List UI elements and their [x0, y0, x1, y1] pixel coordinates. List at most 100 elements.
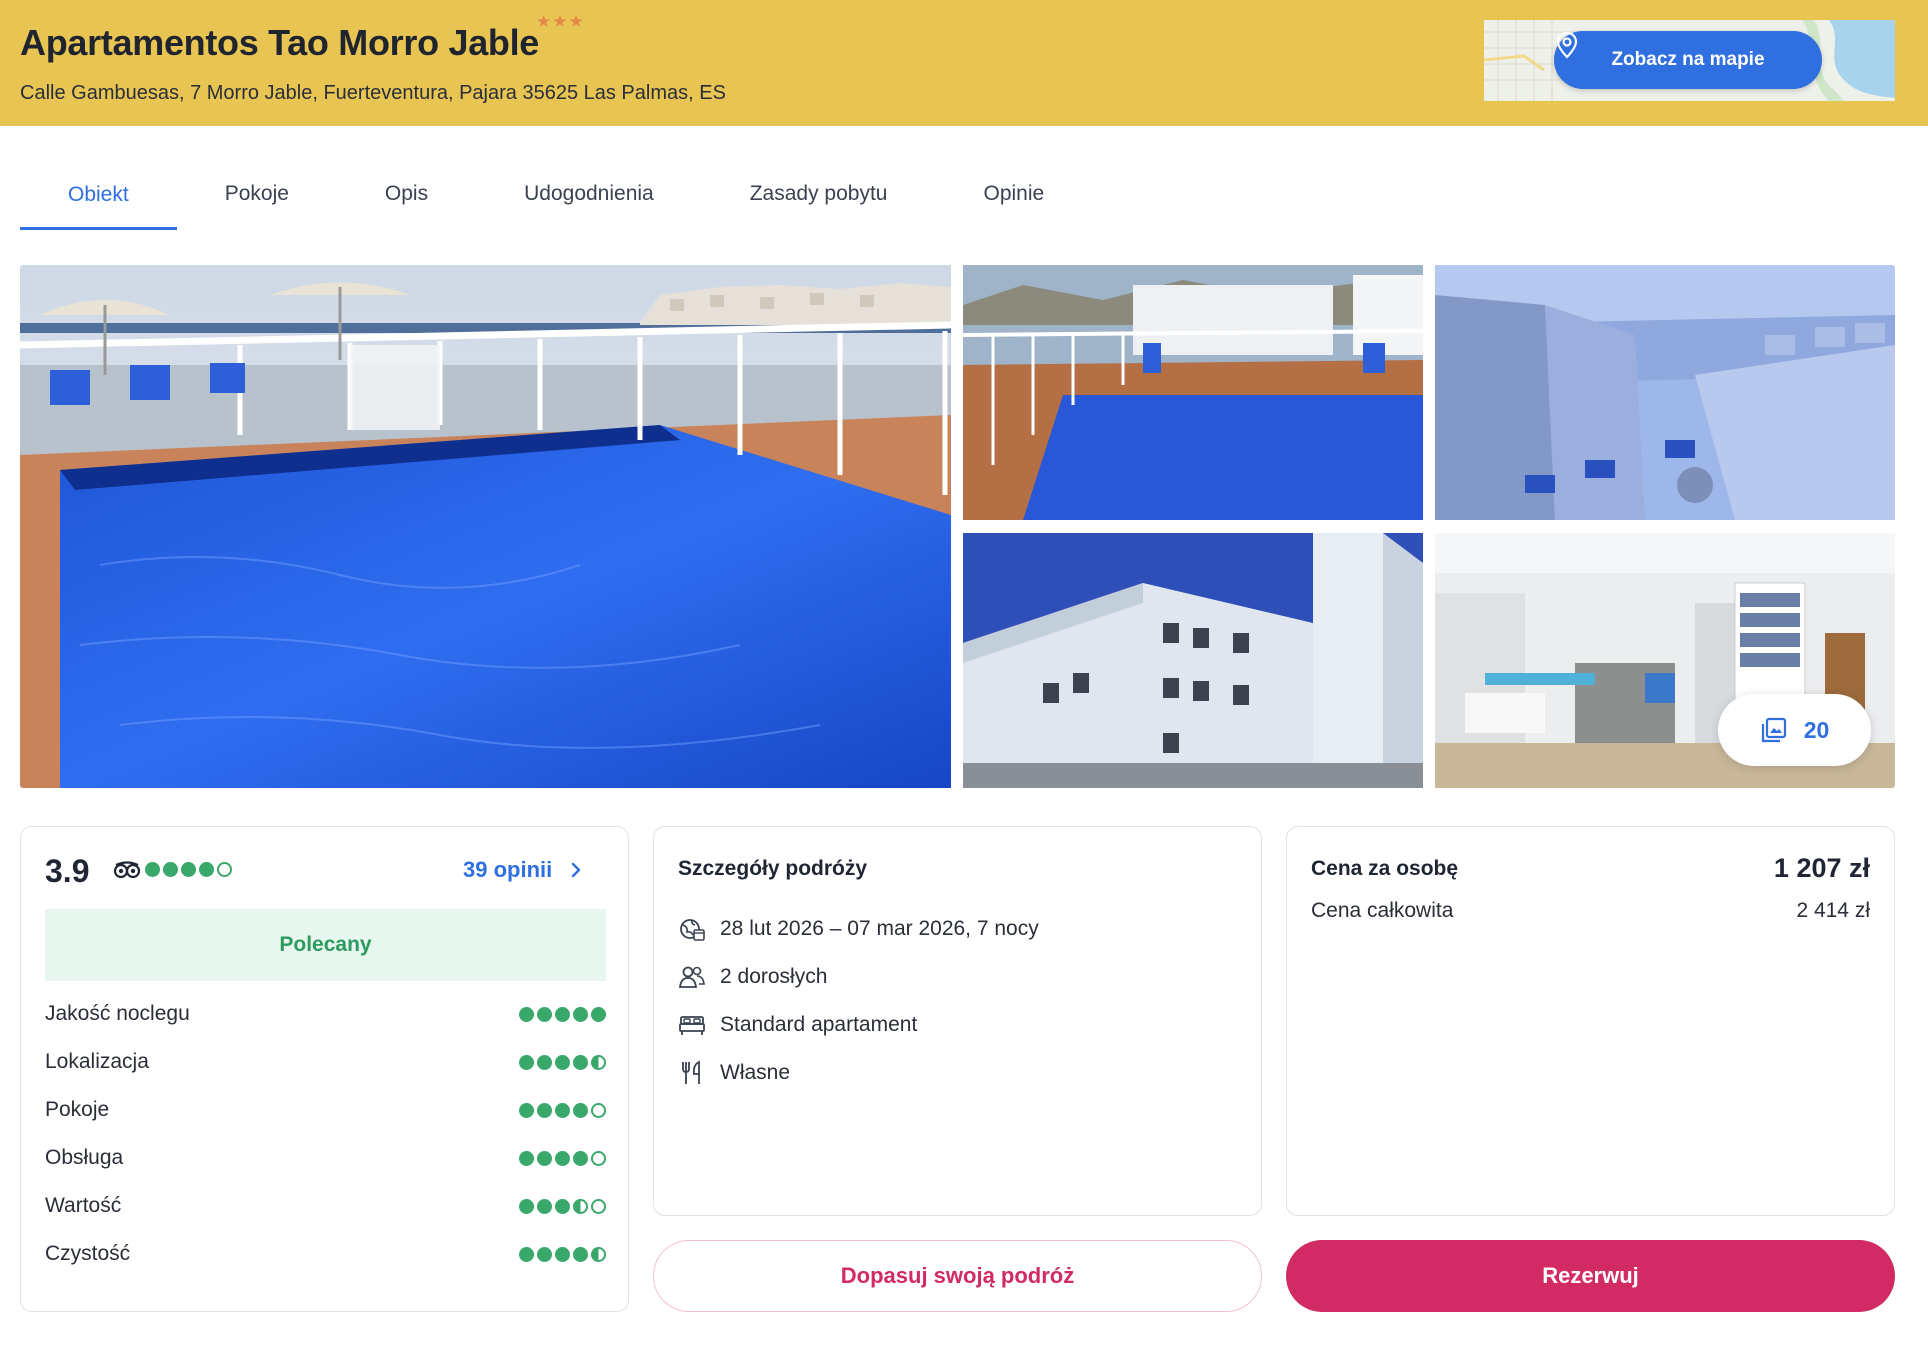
tripadvisor-icon: [113, 861, 141, 879]
calendar-globe-icon: [680, 919, 705, 941]
rating-category-dots: [519, 1198, 606, 1214]
trip-board: Własne: [720, 1061, 791, 1084]
rating-dot-icon: [519, 1054, 534, 1070]
rating-dot-icon: [537, 1054, 552, 1070]
rating-dot-icon: [537, 1246, 552, 1262]
tab-udogodnienia[interactable]: Udogodnienia: [476, 160, 702, 228]
rating-category-dots: [519, 1006, 606, 1022]
trip-details-card: Szczegóły podróży 28 lut 2026 – 07 mar 2…: [653, 826, 1262, 1216]
rating-score: 3.9: [45, 853, 90, 889]
rating-dot-icon: [573, 1198, 588, 1214]
trip-dates-row: 28 lut 2026 – 07 mar 2026, 7 nocy: [678, 913, 1039, 945]
rating-dot-icon: [519, 1102, 534, 1118]
tab-opis[interactable]: Opis: [337, 160, 476, 228]
tab-obiekt[interactable]: Obiekt: [20, 160, 177, 230]
rating-dot-icon: [537, 1102, 552, 1118]
hotel-header: Apartamentos Tao Morro Jable ★★★ Calle G…: [0, 0, 1928, 126]
rating-row-location: Lokalizacja: [45, 1047, 606, 1077]
map-preview[interactable]: Zobacz na mapie: [1484, 20, 1895, 101]
price-per-person-label: Cena za osobę: [1311, 857, 1459, 880]
tab-bar: Obiekt Pokoje Opis Udogodnienia Zasady p…: [20, 160, 1092, 230]
reviews-link-label: 39 opinii: [463, 857, 553, 882]
rating-category-label: Wartość: [45, 1194, 122, 1217]
rating-row-rooms: Pokoje: [45, 1095, 606, 1125]
book-button[interactable]: Rezerwuj: [1286, 1240, 1895, 1312]
rating-dot-icon: [519, 1150, 534, 1166]
rating-dot-icon: [591, 1054, 606, 1070]
trip-details-title: Szczegóły podróży: [678, 857, 868, 880]
rating-dot-icon: [537, 1150, 552, 1166]
rating-dot-icon: [573, 1054, 588, 1070]
rating-dot-icon: [555, 1198, 570, 1214]
price-per-person-value: 1 207 zł: [1773, 853, 1870, 883]
rating-dot-icon: [537, 1006, 552, 1022]
rating-category-label: Czystość: [45, 1242, 131, 1265]
rating-card: 3.9 39 opinii Polecany Jakość noclegu Lo…: [20, 826, 629, 1312]
cutlery-icon: [682, 1060, 700, 1084]
rating-category-label: Obsługa: [45, 1146, 124, 1169]
rating-dot-icon: [555, 1102, 570, 1118]
price-total-label: Cena całkowita: [1311, 899, 1454, 922]
rating-row-cleanliness: Czystość: [45, 1239, 606, 1269]
rating-category-dots: [519, 1246, 606, 1262]
price-card: Cena za osobę 1 207 zł Cena całkowita 2 …: [1286, 826, 1895, 1216]
photo-gallery-icon: [1761, 717, 1786, 743]
rating-dot-icon: [591, 1150, 606, 1166]
customize-trip-button[interactable]: Dopasuj swoją podróż: [653, 1240, 1262, 1312]
rating-dot-icon: [519, 1246, 534, 1262]
rating-dot-icon: [145, 862, 160, 877]
gallery-photo-2[interactable]: [963, 265, 1423, 520]
rating-dot-icon: [573, 1102, 588, 1118]
rating-dot-icon: [591, 1198, 606, 1214]
tab-zasady-pobytu[interactable]: Zasady pobytu: [702, 160, 936, 228]
rating-dot-icon: [199, 862, 214, 877]
trip-guests: 2 dorosłych: [720, 965, 828, 988]
trip-dates: 28 lut 2026 – 07 mar 2026, 7 nocy: [720, 917, 1039, 940]
gallery-main-photo[interactable]: [20, 265, 951, 788]
people-icon: [678, 966, 705, 988]
gallery-photo-4[interactable]: [963, 533, 1423, 788]
rating-dot-icon: [555, 1246, 570, 1262]
trip-room: Standard apartament: [720, 1013, 918, 1036]
rating-category-dots: [519, 1102, 606, 1118]
rating-category-dots: [519, 1150, 606, 1166]
view-on-map-button[interactable]: Zobacz na mapie: [1554, 31, 1822, 89]
rating-dot-icon: [591, 1246, 606, 1262]
recommended-badge: Polecany: [45, 909, 606, 981]
rating-dots: [145, 862, 232, 877]
reviews-link[interactable]: 39 opinii: [463, 857, 582, 883]
rating-dot-icon: [217, 862, 232, 877]
rating-dot-icon: [519, 1006, 534, 1022]
rating-category-label: Jakość noclegu: [45, 1002, 190, 1025]
map-pin-icon: [1556, 31, 1578, 59]
rating-dot-icon: [519, 1198, 534, 1214]
rating-dot-icon: [591, 1006, 606, 1022]
star-rating-icon: ★★★: [536, 12, 585, 31]
trip-board-row: Własne: [678, 1057, 790, 1089]
hotel-address: Calle Gambuesas, 7 Morro Jable, Fuerteve…: [20, 82, 726, 104]
rating-row-value: Wartość: [45, 1191, 606, 1221]
rating-dot-icon: [537, 1198, 552, 1214]
trip-room-row: Standard apartament: [678, 1009, 917, 1041]
price-total-value: 2 414 zł: [1796, 899, 1870, 922]
rating-dot-icon: [591, 1102, 606, 1118]
hotel-title: Apartamentos Tao Morro Jable: [20, 22, 540, 63]
tab-opinie[interactable]: Opinie: [935, 160, 1092, 228]
rating-category-label: Pokoje: [45, 1098, 110, 1121]
rating-category-dots: [519, 1054, 606, 1070]
rating-dot-icon: [181, 862, 196, 877]
rating-category-label: Lokalizacja: [45, 1050, 149, 1073]
rating-dot-icon: [573, 1246, 588, 1262]
rating-dot-icon: [555, 1006, 570, 1022]
rating-dot-icon: [573, 1150, 588, 1166]
trip-guests-row: 2 dorosłych: [678, 961, 827, 993]
tab-pokoje[interactable]: Pokoje: [177, 160, 337, 228]
show-all-photos-button[interactable]: 20: [1718, 694, 1871, 766]
rating-dot-icon: [163, 862, 178, 877]
rating-dot-icon: [555, 1054, 570, 1070]
rating-dot-icon: [555, 1150, 570, 1166]
gallery-photo-3[interactable]: [1435, 265, 1895, 520]
photo-count-label: 20: [1803, 716, 1830, 743]
bed-icon: [679, 1016, 705, 1035]
view-on-map-label: Zobacz na mapie: [1611, 49, 1765, 70]
